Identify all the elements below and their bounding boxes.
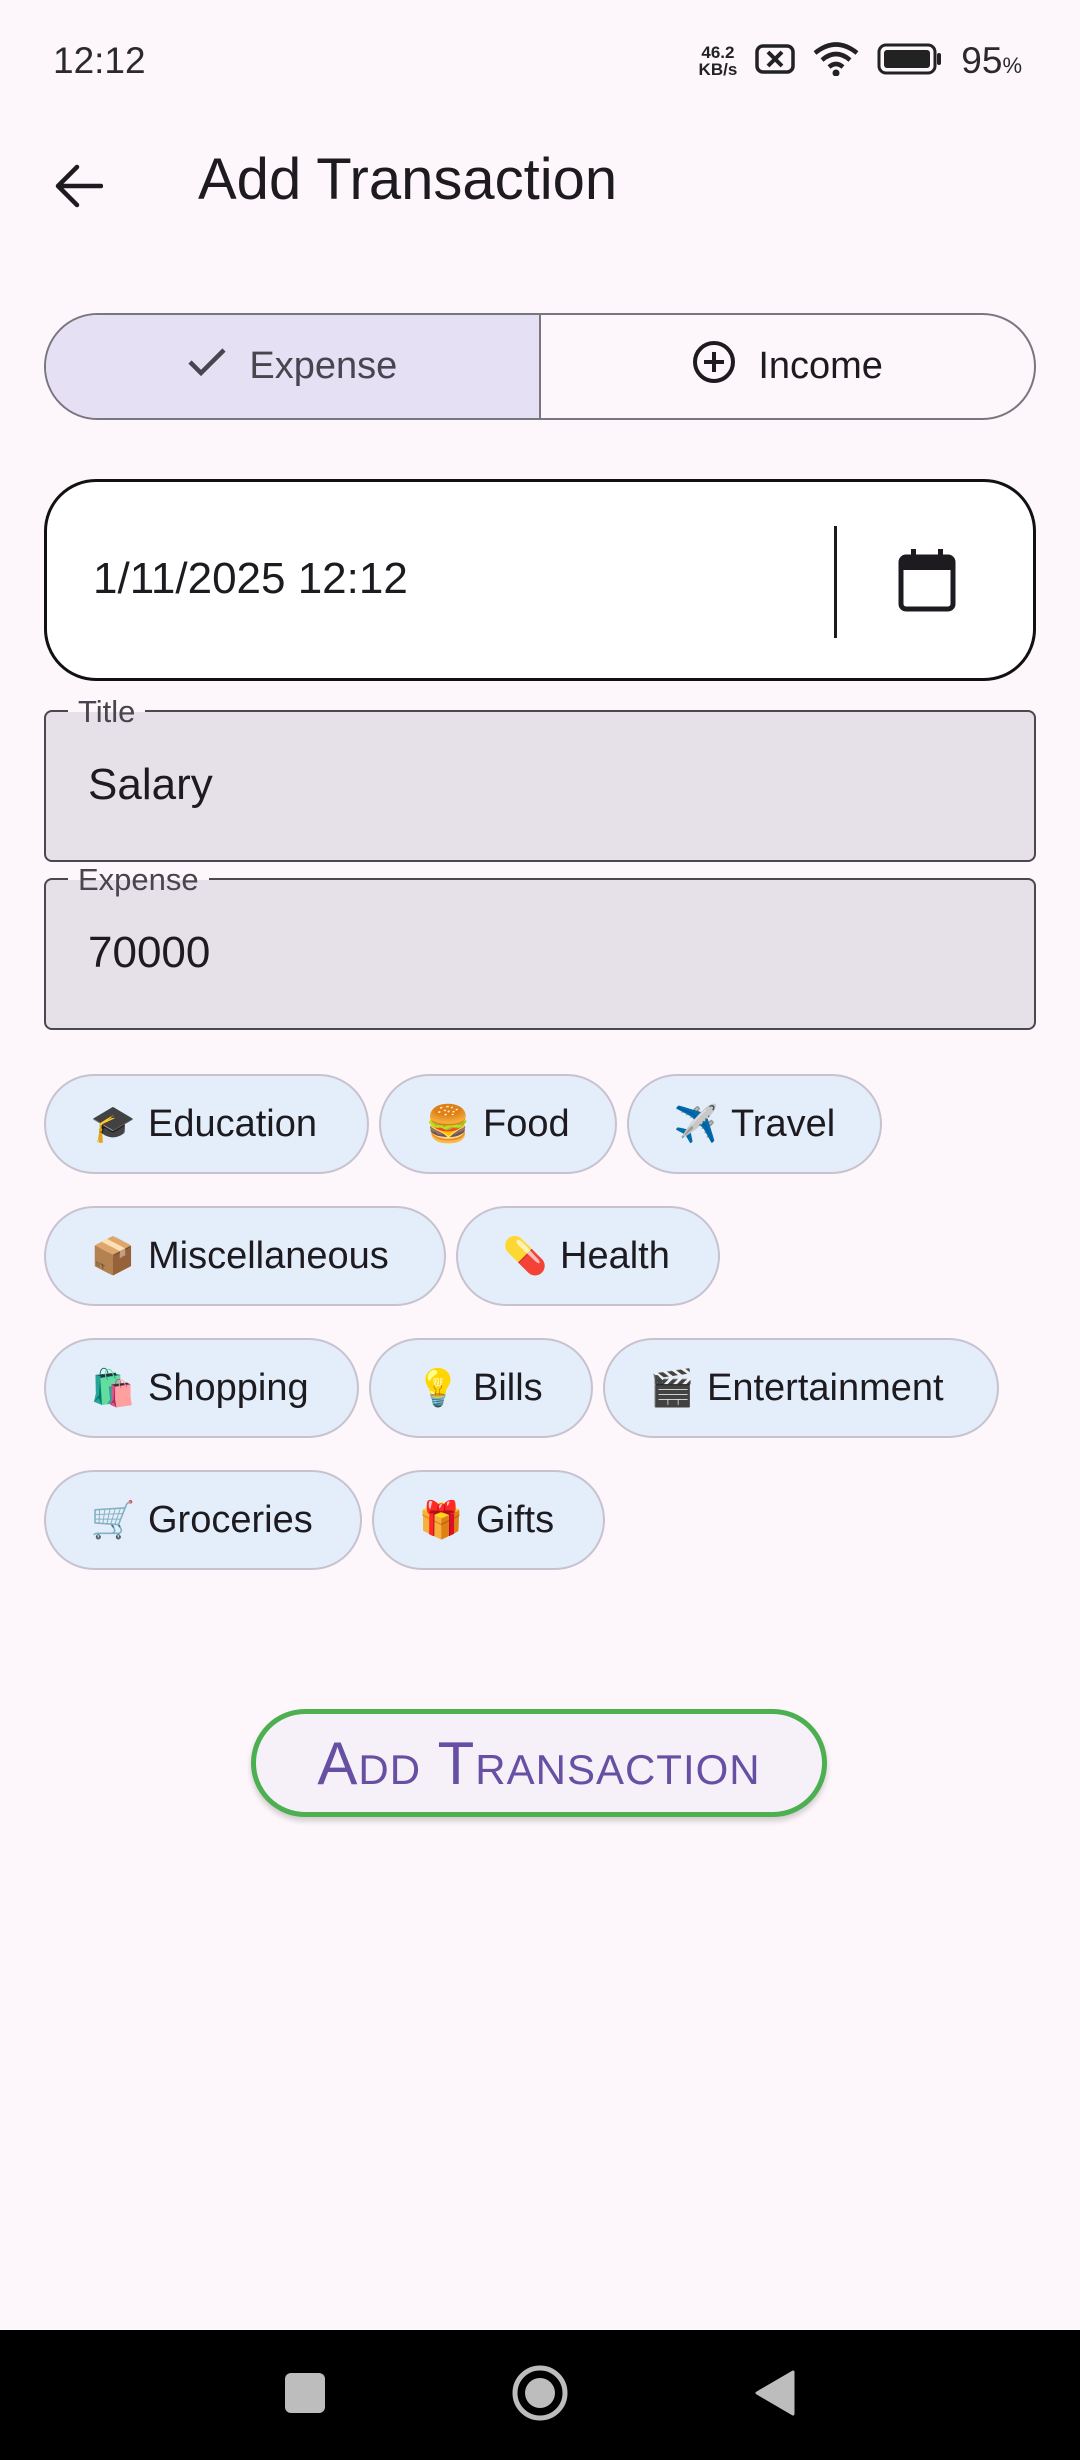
chip-label: Miscellaneous: [148, 1234, 389, 1277]
chip-label: Travel: [731, 1102, 836, 1145]
home-circle-icon: [511, 2364, 569, 2427]
status-icons: 46.2 KB/s 95%: [699, 40, 1022, 82]
add-transaction-button-label: Add Transaction: [317, 1729, 761, 1797]
back-button[interactable]: [30, 140, 126, 236]
system-navigation-bar: [0, 2330, 1080, 2460]
arrow-back-icon: [53, 164, 104, 213]
gift-icon: 🎁: [418, 1499, 464, 1540]
page-title: Add Transaction: [198, 147, 618, 212]
battery-percent: 95%: [961, 40, 1022, 82]
clapper-board-icon: 🎬: [649, 1367, 695, 1408]
light-bulb-icon: 💡: [415, 1367, 461, 1408]
amount-field-label: Expense: [68, 862, 209, 898]
add-circle-icon: [692, 340, 736, 394]
add-transaction-button[interactable]: Add Transaction: [251, 1709, 827, 1817]
category-chip-groceries[interactable]: 🛒 Groceries: [44, 1470, 362, 1570]
category-chip-entertainment[interactable]: 🎬 Entertainment: [603, 1338, 999, 1438]
check-icon: [187, 345, 227, 388]
package-icon: 📦: [90, 1235, 136, 1276]
chip-label: Shopping: [148, 1366, 309, 1409]
chip-label: Gifts: [476, 1498, 555, 1541]
income-segment[interactable]: Income: [541, 315, 1034, 418]
chip-label: Food: [483, 1102, 570, 1145]
home-button[interactable]: [475, 2330, 605, 2460]
battery-icon: [877, 43, 943, 80]
chip-label: Bills: [473, 1366, 543, 1409]
category-chip-miscellaneous[interactable]: 📦 Miscellaneous: [44, 1206, 446, 1306]
income-segment-label: Income: [758, 345, 883, 387]
chip-label: Groceries: [148, 1498, 313, 1541]
burger-icon: 🍔: [425, 1103, 471, 1144]
calendar-icon: [898, 548, 956, 617]
category-chip-education[interactable]: 🎓 Education: [44, 1074, 369, 1174]
category-chip-shopping[interactable]: 🛍️ Shopping: [44, 1338, 359, 1438]
network-speed-value: 46.2: [701, 43, 735, 62]
title-field[interactable]: Title Salary: [44, 694, 1036, 862]
network-speed: 46.2 KB/s: [699, 44, 738, 78]
amount-field[interactable]: Expense 70000: [44, 862, 1036, 1030]
graduation-cap-icon: 🎓: [90, 1103, 136, 1144]
shopping-cart-icon: 🛒: [90, 1499, 136, 1540]
network-speed-unit: KB/s: [698, 60, 738, 79]
title-field-value: Salary: [88, 760, 213, 809]
text-cursor: [834, 526, 837, 638]
category-chip-bills[interactable]: 💡 Bills: [369, 1338, 593, 1438]
chip-label: Entertainment: [707, 1366, 944, 1409]
title-field-label: Title: [68, 694, 146, 730]
battery-percent-value: 95: [961, 40, 1003, 81]
sim-x-icon: [755, 43, 796, 80]
wifi-icon: [813, 41, 859, 81]
amount-field-value: 70000: [88, 928, 211, 977]
category-chip-health[interactable]: 💊 Health: [456, 1206, 720, 1306]
date-picker-button[interactable]: [877, 532, 977, 632]
nav-back-button[interactable]: [710, 2330, 840, 2460]
airplane-icon: ✈️: [673, 1103, 719, 1144]
date-time-field[interactable]: 1/11/2025 12:12: [44, 479, 1036, 681]
battery-percent-sign: %: [1002, 53, 1022, 78]
category-chip-gifts[interactable]: 🎁 Gifts: [372, 1470, 605, 1570]
expense-segment-label: Expense: [249, 345, 398, 387]
category-chip-food[interactable]: 🍔 Food: [379, 1074, 617, 1174]
status-time: 12:12: [53, 40, 146, 81]
pill-icon: 💊: [502, 1235, 548, 1276]
transaction-type-toggle: Expense Income: [44, 313, 1036, 420]
chip-label: Health: [560, 1234, 670, 1277]
chip-label: Education: [148, 1102, 318, 1145]
square-icon: [284, 2372, 326, 2419]
expense-segment[interactable]: Expense: [46, 315, 539, 418]
shopping-bags-icon: 🛍️: [90, 1367, 136, 1408]
date-time-value: 1/11/2025 12:12: [93, 554, 408, 603]
recents-button[interactable]: [240, 2330, 370, 2460]
category-chip-travel[interactable]: ✈️ Travel: [627, 1074, 882, 1174]
triangle-back-icon: [753, 2369, 797, 2422]
